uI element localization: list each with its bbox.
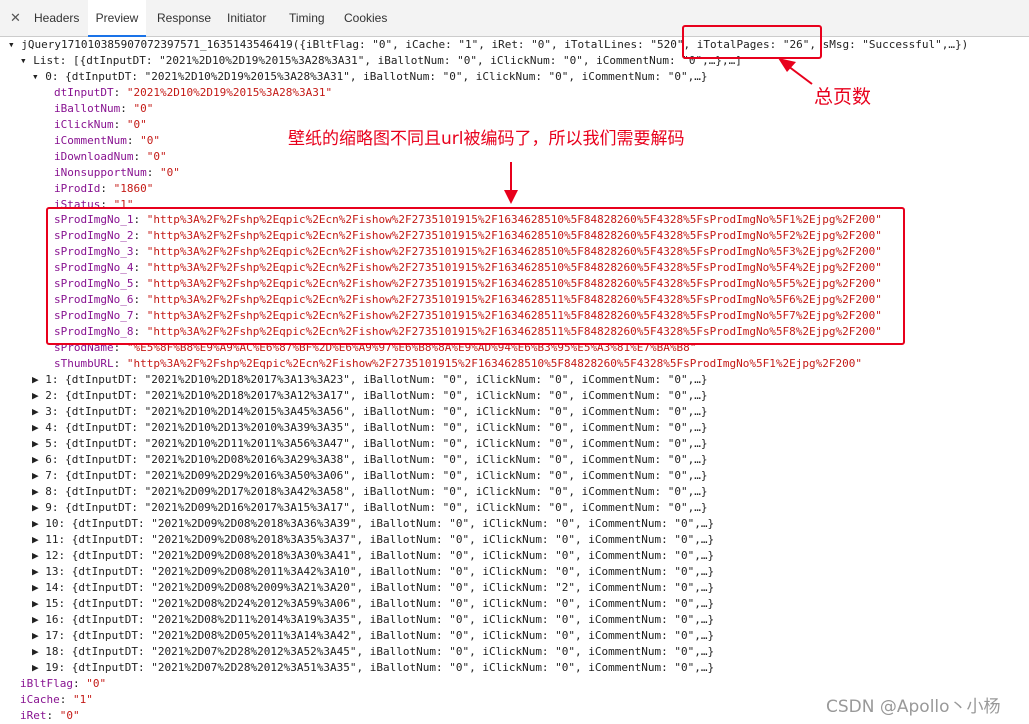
arrow-to-total-pages bbox=[778, 58, 813, 85]
arrow-to-image-urls bbox=[504, 162, 518, 204]
annotation-arrows bbox=[504, 58, 813, 204]
annotation-total-pages: 总页数 bbox=[814, 86, 872, 108]
watermark: CSDN @Apollo丶小杨 bbox=[826, 697, 1001, 717]
annotation-decode-note: 壁纸的缩略图不同且url被编码了，所以我们需要解码 bbox=[288, 129, 685, 149]
